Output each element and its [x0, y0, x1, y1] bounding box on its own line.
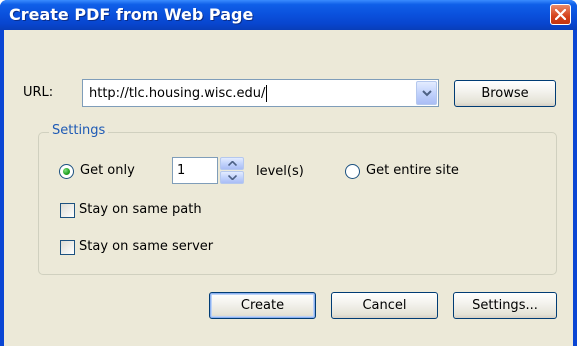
arrow-up-icon [228, 161, 237, 166]
get-only-label: Get only [80, 163, 135, 178]
entire-site-label: Get entire site [366, 163, 459, 178]
radio-selected-dot [63, 168, 70, 175]
spin-down-button[interactable] [220, 171, 244, 184]
browse-button[interactable]: Browse [454, 80, 556, 107]
get-only-radio[interactable] [59, 164, 74, 179]
entire-site-radio[interactable] [345, 164, 360, 179]
dialog-title: Create PDF from Web Page [9, 5, 254, 24]
title-bar[interactable]: Create PDF from Web Page [0, 0, 577, 30]
create-button[interactable]: Create [209, 292, 316, 319]
settings-legend: Settings [49, 123, 109, 138]
same-path-label: Stay on same path [79, 202, 202, 217]
cancel-button[interactable]: Cancel [331, 292, 438, 319]
url-input[interactable]: http://tlc.housing.wisc.edu/ [89, 86, 265, 101]
close-button[interactable] [550, 4, 571, 25]
levels-value: 1 [177, 163, 186, 178]
levels-label: level(s) [256, 164, 304, 179]
settings-button[interactable]: Settings... [453, 292, 557, 319]
levels-input[interactable]: 1 [172, 157, 218, 184]
same-server-checkbox[interactable] [60, 240, 75, 255]
url-combobox[interactable]: http://tlc.housing.wisc.edu/ [82, 79, 439, 107]
text-caret [266, 85, 267, 102]
close-icon [555, 9, 566, 20]
same-server-label: Stay on same server [79, 239, 214, 254]
url-dropdown-button[interactable] [416, 81, 437, 105]
arrow-down-icon [228, 175, 237, 180]
same-path-checkbox[interactable] [60, 203, 75, 218]
chevron-down-icon [422, 90, 432, 97]
levels-spinner [220, 157, 244, 184]
url-label: URL: [23, 85, 54, 100]
spin-up-button[interactable] [220, 157, 244, 170]
